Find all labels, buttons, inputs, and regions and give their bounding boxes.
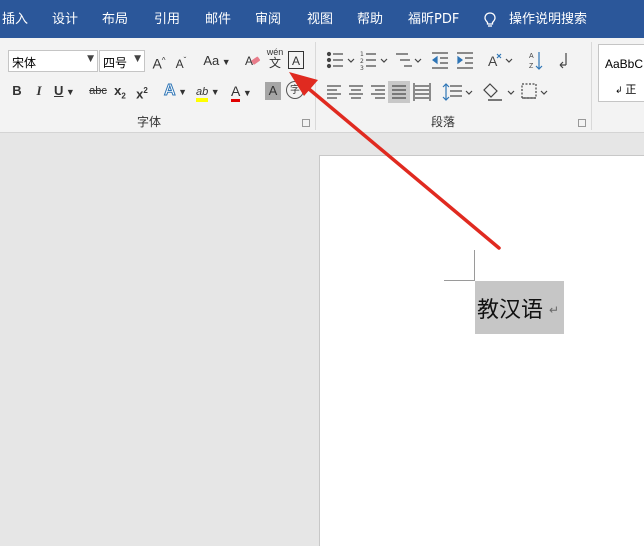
font-size-value: 四号 [103,56,128,70]
paragraph-dialog-launcher[interactable] [578,119,586,127]
highlight-button[interactable]: ab ▼ [196,80,226,102]
strikethrough-button[interactable]: abc [88,80,108,102]
svg-text:3: 3 [360,65,364,72]
enclose-characters-button[interactable]: 字 [286,81,304,99]
document-text[interactable]: 教汉语 [477,292,543,324]
font-color-button[interactable]: A ▼ [231,80,261,102]
svg-text:A: A [488,53,498,69]
font-dialog-launcher[interactable] [302,119,310,127]
italic-button[interactable]: I [32,80,46,102]
character-border-button[interactable]: A [288,51,304,69]
svg-text:A: A [529,53,534,60]
menu-bar: 插入 设计 布局 引用 邮件 审阅 视图 帮助 福昕PDF 操作说明搜索 [0,0,644,38]
text-effects-button[interactable]: A ▼ [164,80,192,102]
menu-foxit-pdf[interactable]: 福昕PDF [408,0,459,38]
subscript-button[interactable]: x2 [112,80,128,102]
menu-mailings[interactable]: 邮件 [205,0,231,38]
document-page[interactable] [319,155,644,546]
paint-bucket-icon [483,83,515,101]
distributed-icon [413,83,431,101]
multilevel-list-icon [396,53,422,67]
decrease-indent-icon [432,52,448,69]
style-gallery-item[interactable]: AaBbC ↲ 正 [598,44,644,102]
phonetic-guide-button[interactable]: wén 文 [264,47,286,75]
menu-references[interactable]: 引用 [154,0,180,38]
chevron-down-icon: ▼ [87,54,94,64]
align-right-icon [371,85,385,99]
margin-marker [474,250,475,281]
line-spacing-icon [442,83,473,101]
group-separator [591,42,592,130]
borders-icon [521,83,548,99]
increase-indent-icon [457,52,473,69]
font-name-value: 宋体 [12,56,37,70]
paragraph-group-icons: 1 2 3 A A Z [326,51,567,103]
shrink-font-button[interactable]: Aˇ [172,50,190,72]
underline-button[interactable]: U ▼ [54,80,84,102]
menu-review[interactable]: 审阅 [255,0,281,38]
align-center-icon [349,85,363,99]
font-size-combo[interactable]: 四号 ▼ [99,50,145,72]
paragraph-mark: ↵ [549,303,560,317]
sort-icon: A Z [529,52,543,70]
paragraph-group-label: 段落 [431,115,456,129]
style-name: ↲ 正 [615,83,637,96]
svg-text:2: 2 [360,58,364,65]
change-case-button[interactable]: Aa ▼ [200,50,234,72]
svg-text:1: 1 [360,51,364,58]
lightbulb-icon [484,12,496,27]
style-sample: AaBbC [605,57,644,71]
menu-help[interactable]: 帮助 [357,0,383,38]
group-separator [315,42,316,130]
show-hide-marks-icon [559,53,567,69]
margin-marker [444,280,475,281]
menu-design[interactable]: 设计 [52,0,78,38]
character-shading-button[interactable]: A [265,82,281,100]
bold-button[interactable]: B [10,80,24,102]
bullets-icon [326,51,355,69]
align-left-icon [327,85,341,99]
chevron-down-icon: ▼ [134,54,141,64]
tell-me-search[interactable]: 操作说明搜索 [509,0,587,38]
menu-view[interactable]: 视图 [307,0,333,38]
font-group-label: 字体 [137,115,162,129]
superscript-button[interactable]: x2 [134,80,150,102]
menu-layout[interactable]: 布局 [102,0,128,38]
chinese-layout-icon: A [488,53,513,69]
grow-font-button[interactable]: A^ [150,50,168,72]
numbering-icon: 1 2 3 [360,51,388,72]
clear-formatting-icon[interactable]: A [244,52,262,70]
font-name-combo[interactable]: 宋体 ▼ [8,50,98,72]
svg-text:Z: Z [529,63,534,70]
menu-insert[interactable]: 插入 [2,0,28,38]
